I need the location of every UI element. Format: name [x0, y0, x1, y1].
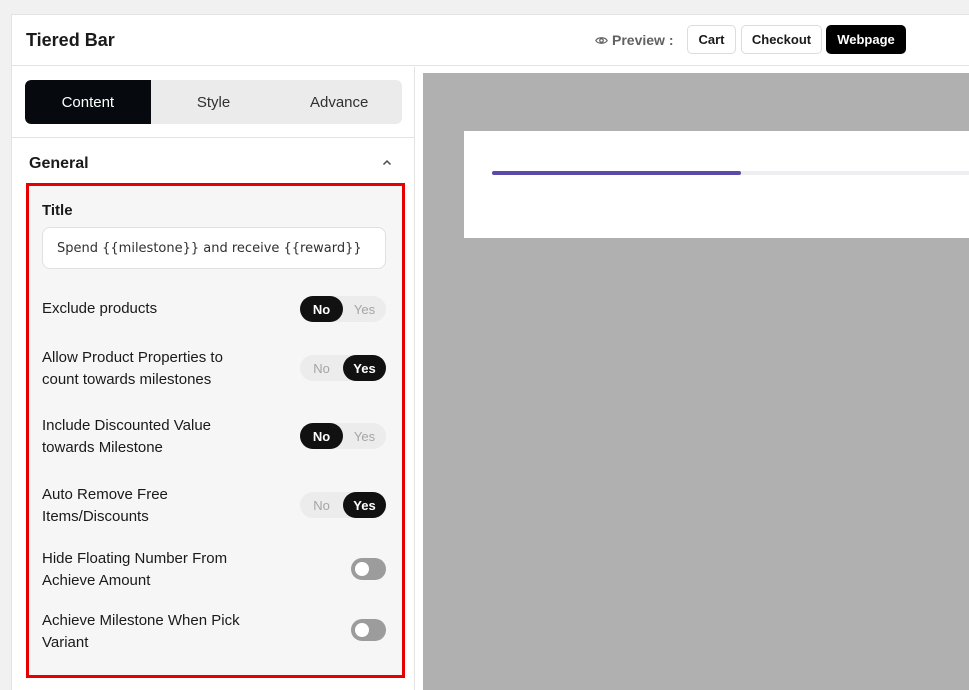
settings-sidebar: Content Style Advance General Title Spen… — [12, 67, 415, 690]
allow-properties-no[interactable]: No — [300, 355, 343, 381]
hide-floating-label: Hide Floating Number From Achieve Amount — [42, 550, 228, 589]
eye-icon — [595, 36, 608, 44]
hide-floating-switch[interactable] — [351, 558, 386, 580]
tab-advance[interactable]: Advance — [276, 80, 402, 124]
preview-label-text: Preview : — [612, 32, 674, 48]
tab-style[interactable]: Style — [151, 80, 277, 124]
exclude-products-toggle[interactable]: No Yes — [300, 296, 386, 322]
chevron-up-icon[interactable] — [381, 157, 393, 169]
preview-cart-button[interactable]: Cart — [687, 25, 736, 54]
progress-track — [492, 171, 969, 175]
include-discounted-no[interactable]: No — [300, 423, 343, 449]
title-input[interactable]: Spend {{milestone}} and receive {{reward… — [42, 227, 386, 269]
allow-properties-yes[interactable]: Yes — [343, 355, 386, 381]
include-discounted-label: Include Discounted Value towards Milesto… — [42, 417, 211, 456]
preview-checkout-button[interactable]: Checkout — [741, 25, 822, 54]
achieve-variant-label: Achieve Milestone When Pick Variant — [42, 612, 240, 651]
auto-remove-yes[interactable]: Yes — [343, 492, 386, 518]
editor-tabs: Content Style Advance — [25, 80, 402, 124]
exclude-products-yes[interactable]: Yes — [343, 296, 386, 322]
preview-label: Preview : — [595, 32, 673, 48]
auto-remove-no[interactable]: No — [300, 492, 343, 518]
allow-properties-label: Allow Product Properties to count toward… — [42, 349, 223, 388]
allow-properties-toggle[interactable]: No Yes — [300, 355, 386, 381]
preview-canvas — [423, 73, 969, 690]
tab-content[interactable]: Content — [25, 80, 151, 124]
exclude-products-label: Exclude products — [42, 300, 158, 317]
page-title: Tiered Bar — [26, 30, 115, 50]
auto-remove-label: Auto Remove Free Items/Discounts — [42, 486, 168, 525]
top-bar: Tiered Bar Preview : Cart Checkout Webpa… — [12, 15, 969, 66]
include-discounted-toggle[interactable]: No Yes — [300, 423, 386, 449]
exclude-products-no[interactable]: No — [300, 296, 343, 322]
auto-remove-toggle[interactable]: No Yes — [300, 492, 386, 518]
section-title-general[interactable]: General — [29, 155, 89, 173]
include-discounted-yes[interactable]: Yes — [343, 423, 386, 449]
general-settings-panel: Title Spend {{milestone}} and receive {{… — [26, 183, 405, 678]
achieve-variant-switch[interactable] — [351, 619, 386, 641]
section-divider — [12, 137, 415, 138]
title-field-label: Title — [42, 202, 73, 219]
progress-fill — [492, 171, 741, 175]
preview-webpage-button[interactable]: Webpage — [826, 25, 906, 54]
tiered-bar-preview — [464, 131, 969, 238]
app-frame: Tiered Bar Preview : Cart Checkout Webpa… — [11, 14, 969, 690]
